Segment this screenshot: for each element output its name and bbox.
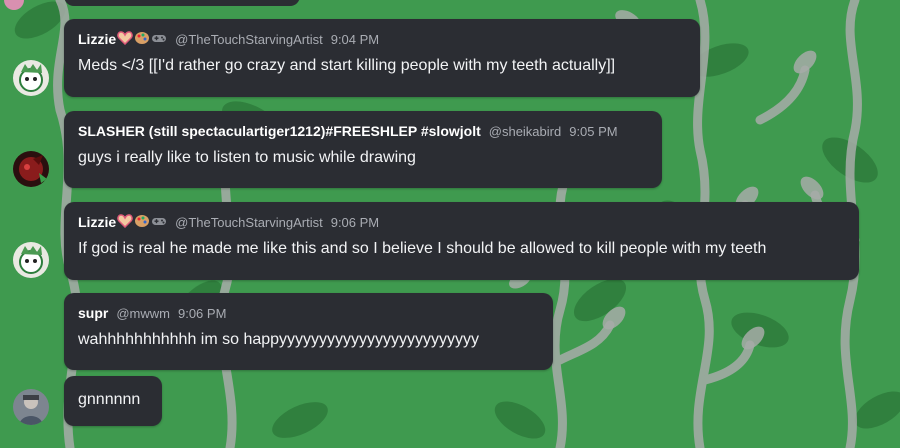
author-handle[interactable]: @TheTouchStarvingArtist — [175, 215, 323, 230]
message-timestamp: 9:05 PM — [569, 124, 618, 139]
avatar[interactable] — [13, 60, 49, 96]
author-name[interactable]: SLASHER (still spectaculartiger1212)#FRE… — [78, 123, 481, 139]
avatar[interactable] — [13, 151, 49, 187]
heart-hands-emoji-icon — [117, 214, 133, 228]
message-text: guys i really like to listen to music wh… — [78, 149, 416, 166]
message-timestamp: 9:04 PM — [330, 32, 380, 47]
message-bubble[interactable]: supr @mwwm 9:06 PM wahhhhhhhhhhh im so h… — [64, 293, 553, 370]
message-text: If god is real he made me like this and … — [78, 240, 767, 257]
game-controller-icon — [152, 35, 167, 42]
message-text: Meds </3 [[I'd rather go crazy and start… — [78, 57, 616, 74]
message-header: Lizzie @TheTouchStarvingArtist 9:04 PM — [78, 31, 686, 47]
palette-emoji-icon — [135, 32, 150, 44]
avatar-image — [13, 242, 49, 278]
message-bubble[interactable]: Lizzie @TheTouchStarvingArtist 9:04 PM M… — [64, 19, 700, 97]
message-text: wahhhhhhhhhhh im so happyyyyyyyyyyyyyyyy… — [78, 331, 480, 348]
message-bubble[interactable]: Lizzie @TheTouchStarvingArtist 9:06 PM I… — [64, 202, 859, 280]
author-name[interactable]: supr — [78, 305, 108, 321]
author-handle[interactable]: @sheikabird — [489, 124, 561, 139]
palette-emoji-icon — [135, 215, 150, 227]
game-controller-icon — [152, 218, 167, 225]
message-header: Lizzie @TheTouchStarvingArtist 9:06 PM — [78, 214, 845, 230]
message-feed: Lizzie @TheTouchStarvingArtist 9:04 PM M… — [0, 0, 900, 448]
author-handle[interactable]: @TheTouchStarvingArtist — [175, 32, 323, 47]
avatar-image — [13, 60, 49, 96]
avatar-image — [13, 151, 49, 187]
avatar[interactable] — [13, 389, 49, 425]
heart-hands-emoji-icon — [117, 31, 133, 45]
avatar[interactable] — [13, 242, 49, 278]
message-header: SLASHER (still spectaculartiger1212)#FRE… — [78, 123, 648, 139]
author-name[interactable]: Lizzie — [78, 214, 167, 230]
message-timestamp: 9:06 PM — [177, 306, 227, 321]
message-header: supr @mwwm 9:06 PM — [78, 305, 539, 321]
author-handle[interactable]: @mwwm — [116, 306, 170, 321]
message-text: gnnnnnn — [78, 391, 141, 408]
avatar-image — [13, 389, 49, 425]
message-timestamp: 9:06 PM — [330, 215, 380, 230]
message-bubble[interactable]: gnnnnnn — [64, 376, 162, 426]
message-bubble[interactable]: SLASHER (still spectaculartiger1212)#FRE… — [64, 111, 662, 188]
author-name[interactable]: Lizzie — [78, 31, 167, 47]
